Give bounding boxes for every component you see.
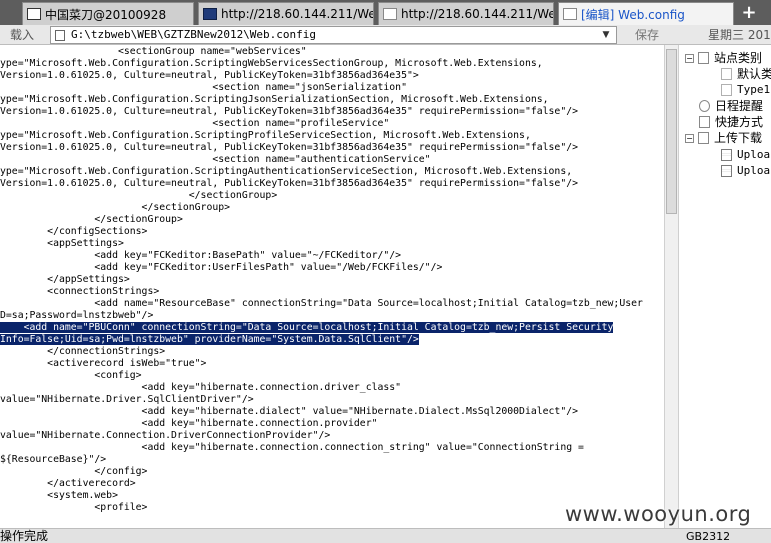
tree-item-schedule[interactable]: 日程提醒 [699,98,763,114]
code-line[interactable]: <add key="hibernate.connection.driver_cl… [0,382,664,394]
code-line[interactable]: <section name="authenticationService" [0,154,664,166]
code-line[interactable]: <add key="FCKeditor:BasePath" value="~/F… [0,250,664,262]
code-line[interactable]: </activerecord> [0,478,664,490]
code-line[interactable]: <add key="hibernate.dialect" value="NHib… [0,406,664,418]
code-line[interactable]: </appSettings> [0,274,664,286]
code-line[interactable]: <config> [0,370,664,382]
selected-code-text[interactable]: <add name="PBUConn" connectionString="Da… [0,322,614,333]
code-line[interactable]: value="NHibernate.Connection.DriverConne… [0,430,664,442]
collapse-icon[interactable]: − [685,133,694,143]
code-line[interactable]: <sectionGroup name="webServices" [0,46,664,58]
document-icon [721,165,732,177]
tree-item-upload-1[interactable]: Uploa [721,147,770,163]
code-editor[interactable]: <sectionGroup name="webServices" ype="Mic… [0,45,664,528]
tree-item-type1[interactable]: Type1 [721,82,770,98]
clock-icon [699,100,710,112]
chevron-down-icon[interactable]: ▼ [599,28,613,42]
page-icon [721,84,732,96]
side-tree-panel: − 站点类别 默认类 Type1 日程提醒 快捷方式 − 上传下载 Uploa … [678,45,771,528]
page-icon [721,68,732,80]
status-text: 操作完成 [0,529,49,543]
code-line[interactable]: <add name="ResourceBase" connectionStrin… [0,298,664,310]
vertical-scrollbar[interactable] [664,45,678,528]
tab-label: [编辑] Web.config [581,7,685,22]
scrollbar-thumb[interactable] [666,49,677,214]
file-icon [55,30,65,41]
code-line[interactable]: Version=1.0.61025.0, Culture=neutral, Pu… [0,142,664,154]
window-icon [27,8,41,20]
code-line[interactable]: <activerecord isWeb="true"> [0,358,664,370]
code-line[interactable]: </config> [0,466,664,478]
code-line[interactable]: Info=False;Uid=sa;Pwd=lnstzbweb" provide… [0,334,664,346]
tree-item-shortcuts[interactable]: 快捷方式 [699,114,763,130]
code-line[interactable]: ype="Microsoft.Web.Configuration.Scripti… [0,166,664,178]
tab-shell[interactable]: http://218.60.144.211/Web/... [198,2,374,25]
code-line[interactable]: <add key="FCKeditor:UserFilesPath" value… [0,262,664,274]
code-line[interactable]: </sectionGroup> [0,202,664,214]
code-line[interactable]: </sectionGroup> [0,190,664,202]
code-line[interactable]: <section name="profileService" [0,118,664,130]
tab-label: 中国菜刀@20100928 [45,7,167,22]
document-icon [721,149,732,161]
code-line[interactable]: </configSections> [0,226,664,238]
date-label: 星期三 2015 [708,28,771,42]
code-line[interactable]: Version=1.0.61025.0, Culture=neutral, Pu… [0,106,664,118]
tree-item-default[interactable]: 默认类 [721,66,771,82]
terminal-icon [203,8,217,20]
save-button[interactable]: 保存 [622,26,672,44]
tab-edit-webconfig[interactable]: [编辑] Web.config [558,2,734,25]
status-bar: 操作完成 GB2312 [0,528,771,543]
tab-filemanager[interactable]: http://218.60.144.211/Web/... [378,2,554,25]
shortcut-icon [699,116,710,128]
code-line[interactable]: Version=1.0.61025.0, Culture=neutral, Pu… [0,70,664,82]
tab-bar: 中国菜刀@20100928 http://218.60.144.211/Web/… [0,0,771,25]
code-line[interactable]: <add key="hibernate.connection.connectio… [0,442,664,454]
watermark: www.wooyun.org [565,502,752,526]
code-line[interactable]: <section name="jsonSerialization" [0,82,664,94]
document-icon [563,8,577,20]
code-line[interactable]: ype="Microsoft.Web.Configuration.Scripti… [0,130,664,142]
tab-chopper[interactable]: 中国菜刀@20100928 [22,2,194,25]
selected-code-text[interactable]: Info=False;Uid=sa;Pwd=lnstzbweb" provide… [0,334,419,345]
load-button[interactable]: 载入 [0,26,44,44]
code-line[interactable]: <appSettings> [0,238,664,250]
toolbar: 载入 ▼ 保存 星期三 2015 [0,25,771,45]
path-input[interactable] [71,27,591,43]
code-line[interactable]: <add key="hibernate.connection.provider" [0,418,664,430]
code-line[interactable]: Version=1.0.61025.0, Culture=neutral, Pu… [0,178,664,190]
tree-item-site-categories[interactable]: − 站点类别 [685,50,762,66]
code-line[interactable]: value="NHibernate.Driver.SqlClientDriver… [0,394,664,406]
code-line[interactable]: ype="Microsoft.Web.Configuration.Scripti… [0,58,664,70]
code-text[interactable]: <sectionGroup name="webServices" ype="Mic… [0,46,664,514]
code-line[interactable]: <system.web> [0,490,664,502]
path-field[interactable]: ▼ [50,26,617,44]
code-line[interactable]: <connectionStrings> [0,286,664,298]
code-line[interactable]: </sectionGroup> [0,214,664,226]
code-line[interactable]: D=sa;Password=lnstzbweb"/> [0,310,664,322]
collapse-icon[interactable]: − [685,53,694,63]
encoding-label: GB2312 [686,530,731,543]
code-line[interactable]: ${ResourceBase}"/> [0,454,664,466]
checkbox-icon [698,52,709,64]
document-icon [383,8,397,20]
tab-label: http://218.60.144.211/Web/... [401,7,553,21]
code-line[interactable]: ype="Microsoft.Web.Configuration.Scripti… [0,94,664,106]
checkbox-icon [698,132,709,144]
tree-item-upload-download[interactable]: − 上传下载 [685,130,762,146]
new-tab-button[interactable]: + [738,2,760,24]
tab-label: http://218.60.144.211/Web/... [221,7,373,21]
code-line[interactable]: <add name="PBUConn" connectionString="Da… [0,322,664,334]
tree-item-upload-2[interactable]: Uploa [721,163,770,179]
code-line[interactable]: </connectionStrings> [0,346,664,358]
